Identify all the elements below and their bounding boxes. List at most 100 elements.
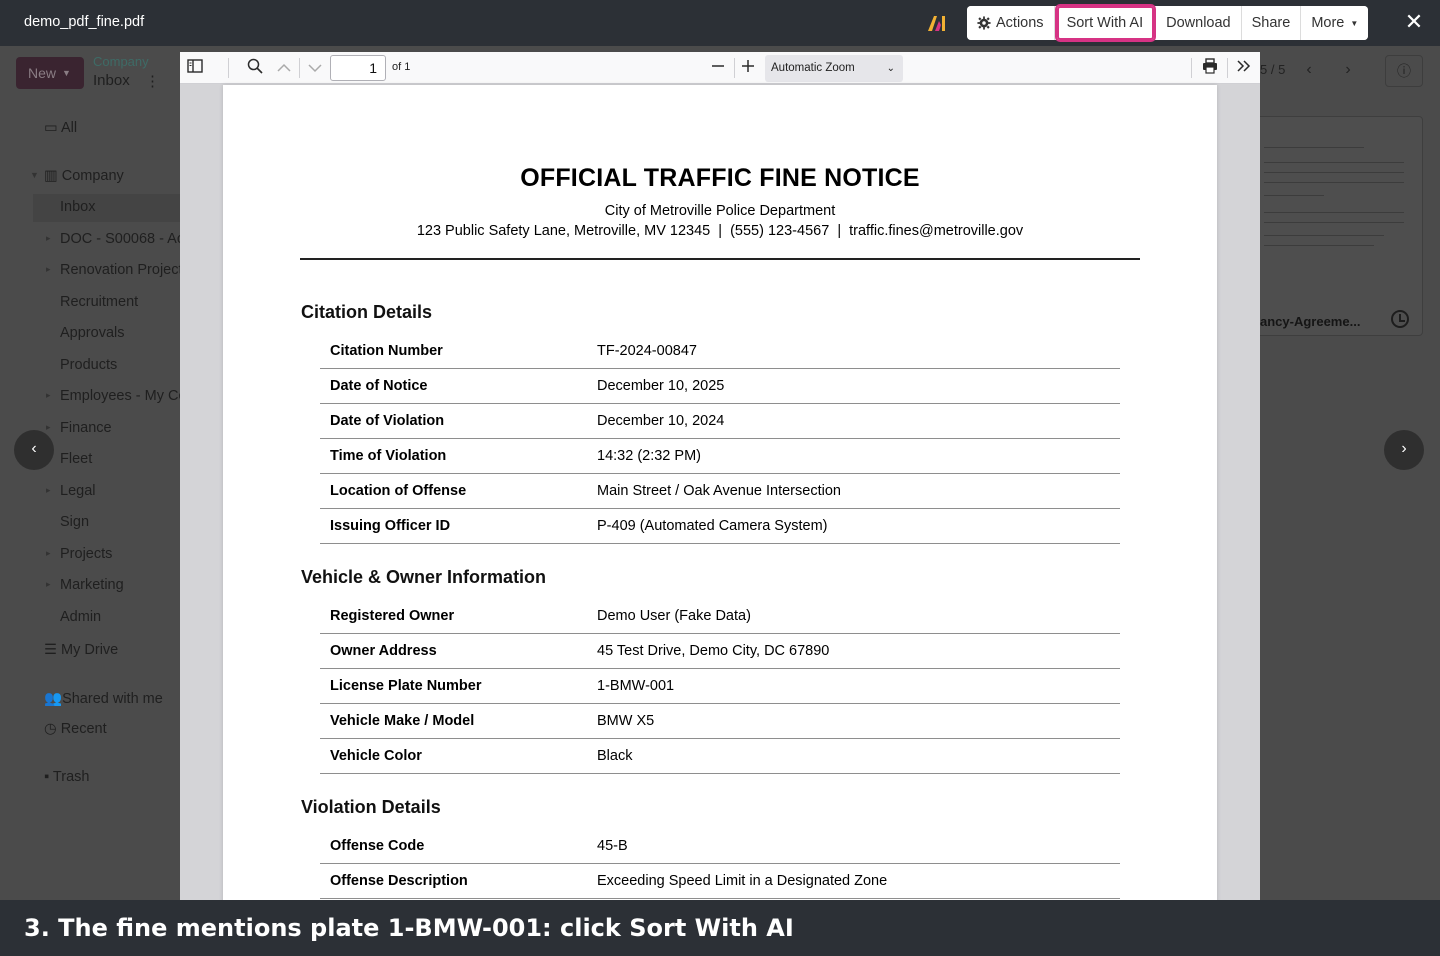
actions-label: Actions (996, 15, 1044, 31)
page-count: of 1 (392, 61, 411, 73)
caret-right-icon[interactable]: ▸ (46, 264, 51, 275)
info-button[interactable]: ⓘ (1385, 55, 1423, 87)
violation-details-table: Offense Code 45-B Offense Description Exce… (320, 829, 1120, 899)
sidebar-item-marketing[interactable]: ▸ Marketing (46, 577, 124, 593)
chevron-up-icon[interactable] (274, 58, 294, 78)
pdf-page: OFFICIAL TRAFFIC FINE NOTICE City of Met… (223, 85, 1217, 900)
table-row: Offense Description Exceeding Speed Limit… (320, 864, 1120, 899)
caption-text: 3. The fine mentions plate 1-BMW-001: cl… (24, 914, 794, 942)
tools-menu-icon[interactable] (1234, 58, 1254, 78)
header-divider (300, 258, 1140, 260)
row-value: Black (597, 748, 633, 764)
contact-line: 123 Public Safety Lane, Metroville, MV 1… (416, 223, 1024, 239)
next-page-icon[interactable]: › (1336, 58, 1360, 82)
next-document-button[interactable]: › (1384, 430, 1424, 470)
action-button-group: Actions Sort With AI Download Share More… (967, 6, 1369, 40)
page-number-input[interactable]: 1 (330, 55, 386, 81)
caret-right-icon[interactable]: ▸ (46, 390, 51, 401)
previous-document-button[interactable]: ‹ (14, 430, 54, 470)
kebab-menu-icon[interactable]: ⋮ (145, 72, 160, 90)
row-value: TF-2024-00847 (597, 343, 697, 359)
section-heading: Citation Details (301, 302, 433, 322)
search-icon[interactable] (245, 58, 265, 78)
sidebar-item-legal[interactable]: ▸ Legal (46, 483, 95, 499)
row-label: Date of Notice (330, 378, 428, 394)
sidebar-toggle-icon[interactable] (185, 58, 205, 78)
more-button[interactable]: More ▼ (1301, 6, 1369, 40)
building-icon: ▥ (44, 168, 58, 184)
sidebar-item-all[interactable]: ▭ All (44, 120, 77, 136)
sidebar-item-employees[interactable]: ▸ Employees - My Co (46, 388, 187, 404)
sidebar-item-projects[interactable]: ▸ Projects (46, 546, 112, 562)
sidebar-item-inbox[interactable]: Inbox (60, 199, 95, 215)
sort-with-ai-button[interactable]: Sort With AI (1056, 6, 1155, 40)
new-button[interactable]: New ▼ (16, 57, 84, 89)
zoom-out-icon[interactable] (708, 58, 728, 78)
department-name: City of Metroville Police Department (604, 203, 836, 219)
caret-right-icon[interactable]: ▸ (46, 233, 51, 244)
sidebar-item-trash[interactable]: ▪ Trash (44, 769, 89, 785)
prev-page-icon[interactable]: ‹ (1297, 58, 1321, 82)
citation-details-table: Citation Number TF-2024-00847 Date of Not… (320, 334, 1120, 544)
table-row: License Plate Number 1-BMW-001 (320, 669, 1120, 704)
sidebar-item-renovation[interactable]: ▸ Renovation Project (46, 262, 183, 278)
instruction-caption: 3. The fine mentions plate 1-BMW-001: cl… (0, 900, 1440, 956)
row-label: Location of Offense (330, 483, 467, 499)
row-value: Main Street / Oak Avenue Intersection (597, 483, 841, 499)
row-value: 1-BMW-001 (597, 678, 675, 694)
caret-down-icon[interactable]: ▼ (30, 170, 39, 180)
table-row: Citation Number TF-2024-00847 (320, 334, 1120, 369)
caret-down-icon: ▼ (1350, 18, 1359, 28)
row-label: Date of Violation (330, 413, 445, 429)
caret-right-icon[interactable]: ▸ (46, 485, 51, 496)
table-row: Owner Address 45 Test Drive, Demo City, D… (320, 634, 1120, 669)
sidebar-item-admin[interactable]: Admin (60, 609, 101, 625)
sidebar-item-approvals[interactable]: Approvals (60, 325, 124, 341)
table-row: Offense Code 45-B (320, 829, 1120, 864)
sidebar-item-company[interactable]: ▼ ▥ Company (30, 168, 124, 184)
caret-right-icon[interactable]: ▸ (46, 548, 51, 559)
new-button-label: New (28, 65, 57, 81)
row-label: Owner Address (330, 643, 437, 659)
zoom-select[interactable]: Automatic Zoom ⌄ (765, 55, 903, 82)
caret-right-icon[interactable]: ▸ (46, 422, 51, 433)
table-row: Issuing Officer ID P-409 (Automated Camer… (320, 509, 1120, 544)
zoom-in-icon[interactable] (738, 58, 758, 78)
pdf-toolbar: 1 of 1 Automatic Zoom ⌄ (180, 52, 1260, 84)
row-value: December 10, 2025 (597, 378, 725, 394)
print-icon[interactable] (1200, 58, 1220, 78)
clock-icon[interactable] (1391, 310, 1409, 328)
sidebar-item-fleet[interactable]: Fleet (60, 451, 92, 467)
close-icon[interactable]: ✕ (1402, 10, 1426, 34)
table-row: Date of Violation December 10, 2024 (320, 404, 1120, 439)
section-heading: Vehicle & Owner Information (301, 567, 547, 587)
document-card[interactable]: ancy-Agreeme... (1255, 116, 1423, 336)
row-label: Offense Description (330, 873, 468, 889)
sidebar-item-my-drive[interactable]: ☰ My Drive (44, 642, 118, 658)
row-label: Vehicle Make / Model (330, 713, 475, 729)
breadcrumb-parent[interactable]: Company (93, 54, 149, 69)
row-value: Demo User (Fake Data) (597, 608, 751, 624)
users-icon: 👥 (44, 691, 63, 707)
file-name: demo_pdf_fine.pdf (24, 14, 145, 30)
list-icon: ☰ (44, 642, 57, 658)
sidebar-item-doc[interactable]: ▸ DOC - S00068 - Ac (46, 231, 184, 247)
caret-right-icon[interactable]: ▸ (46, 579, 51, 590)
sidebar-item-sign[interactable]: Sign (60, 514, 89, 530)
document-thumbnail (1256, 117, 1422, 267)
row-label: Offense Code (330, 838, 425, 854)
sidebar-item-recruitment[interactable]: Recruitment (60, 294, 138, 310)
ai-logo-icon (928, 16, 945, 31)
actions-button[interactable]: Actions (967, 6, 1055, 40)
row-label: Time of Violation (330, 448, 447, 464)
download-button[interactable]: Download (1156, 6, 1242, 40)
sidebar-item-products[interactable]: Products (60, 357, 117, 373)
table-row: Vehicle Color Black (320, 739, 1120, 774)
row-label: Vehicle Color (330, 748, 422, 764)
sidebar-item-finance[interactable]: ▸ Finance (46, 420, 112, 436)
chevron-down-icon[interactable] (305, 58, 325, 78)
sidebar-item-shared[interactable]: 👥Shared with me (44, 690, 163, 707)
sidebar-item-recent[interactable]: ◷ Recent (44, 721, 107, 737)
trash-icon: ▪ (44, 769, 50, 785)
share-button[interactable]: Share (1241, 6, 1302, 40)
